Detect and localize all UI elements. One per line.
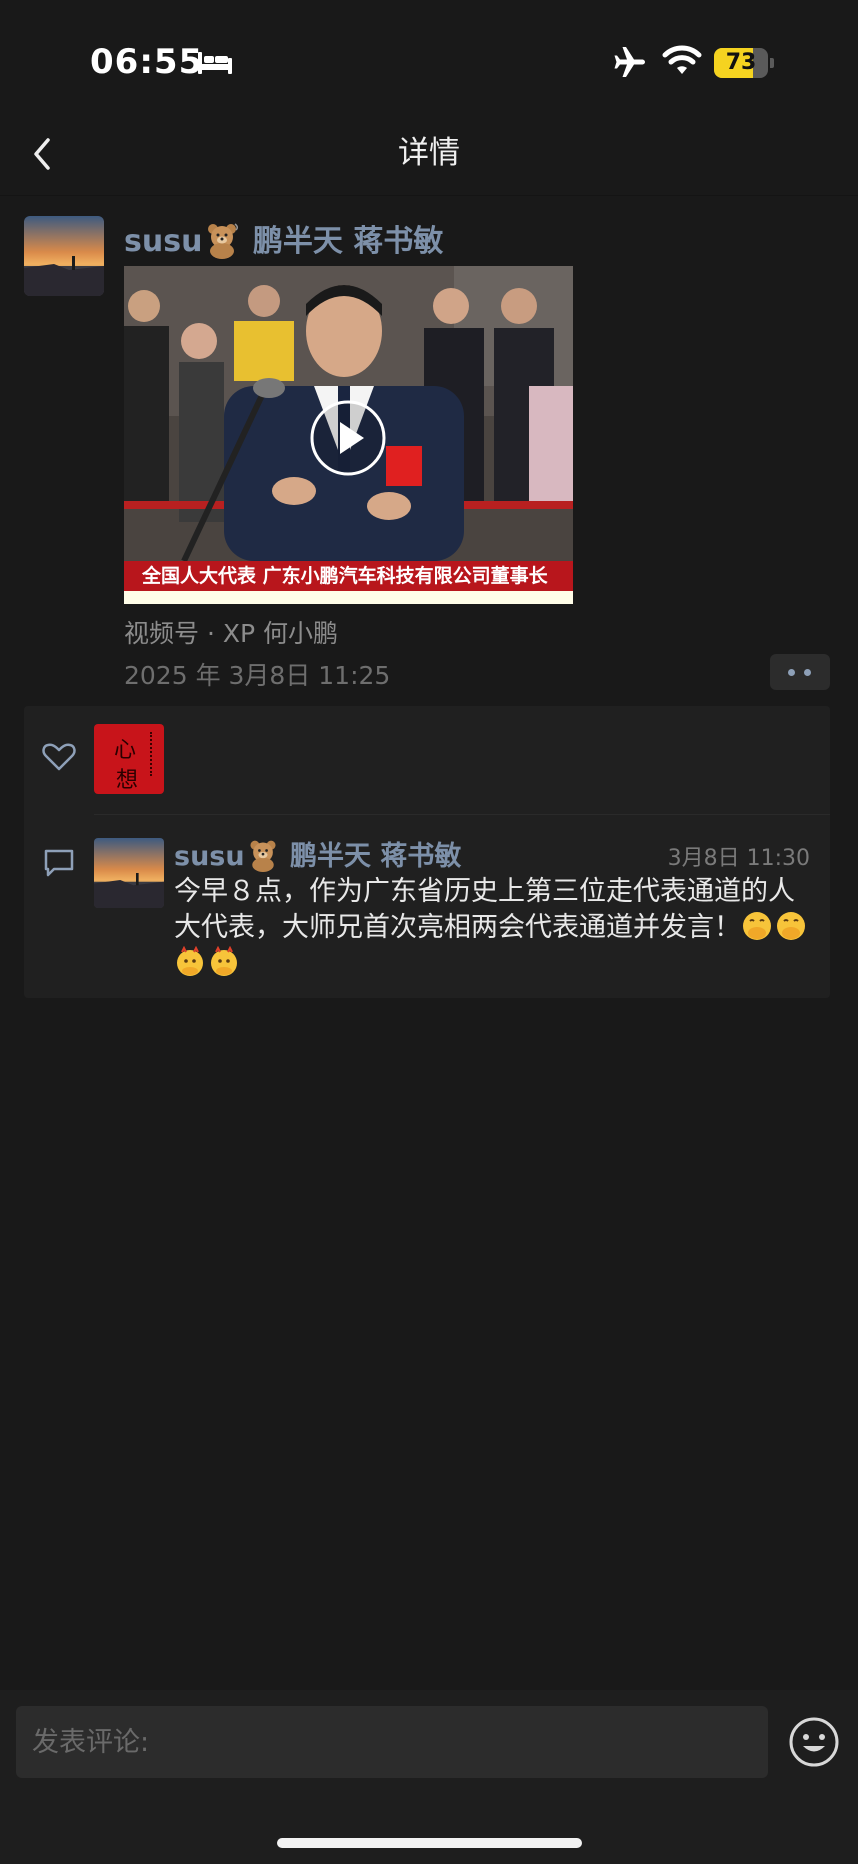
liker-avatar[interactable]: 心 想 xyxy=(94,724,164,794)
heart-icon xyxy=(42,743,76,771)
smiling-face-with-horns-emoji-icon xyxy=(211,946,237,976)
play-icon[interactable] xyxy=(308,398,388,478)
page-title: 详情 xyxy=(398,135,460,171)
commenter-name[interactable]: susu 鹏半天 蒋书敏 xyxy=(174,834,461,873)
comment-composer xyxy=(0,1690,858,1864)
video-caption-strip xyxy=(124,591,573,604)
video-card[interactable]: 全国人大代表 广东小鹏汽车科技有限公司董事长 xyxy=(124,266,573,604)
interaction-panel: 心 想 susu 鹏半天 蒋书敏 3月8日 11:30 今早８点，作为广东省历史… xyxy=(24,706,830,998)
commenter-author[interactable]: susu xyxy=(174,841,245,872)
nav-bar: 详情 xyxy=(0,110,858,196)
bed-icon xyxy=(198,52,232,74)
status-bar: 06:55 73 xyxy=(0,0,858,110)
author-name-suffix[interactable]: 鹏半天 蒋书敏 xyxy=(253,224,443,259)
wifi-icon xyxy=(662,45,702,74)
post-author-avatar[interactable] xyxy=(24,216,104,296)
hand-over-mouth-emoji-icon xyxy=(777,912,805,940)
comment-icon xyxy=(44,849,74,877)
bear-emoji-icon xyxy=(250,840,276,872)
comment-body: 今早８点，作为广东省历史上第三位走代表通道的人大代表，大师兄首次亮相两会代表通道… xyxy=(174,876,795,943)
liker-avatar-char-1: 心 xyxy=(114,738,137,763)
post-author-name[interactable]: susu 鹏半天 蒋书敏 xyxy=(124,216,443,260)
author-name[interactable]: susu xyxy=(124,224,202,259)
hand-over-mouth-emoji-icon xyxy=(743,912,771,940)
panel-divider xyxy=(94,814,830,815)
status-time: 06:55 xyxy=(90,42,204,82)
video-caption: 全国人大代表 广东小鹏汽车科技有限公司董事长 xyxy=(124,561,573,591)
liker-avatar-char-2: 想 xyxy=(116,768,139,793)
comment-text: 今早８点，作为广东省历史上第三位走代表通道的人大代表，大师兄首次亮相两会代表通道… xyxy=(174,874,814,982)
smiling-face-with-horns-emoji-icon xyxy=(177,946,203,976)
smiley-icon[interactable] xyxy=(788,1716,840,1768)
comment-input[interactable] xyxy=(16,1706,768,1778)
commenter-avatar[interactable] xyxy=(94,838,164,908)
bear-emoji-icon xyxy=(208,223,239,259)
home-indicator xyxy=(277,1838,582,1848)
video-channel-link[interactable]: 视频号 · XP 何小鹏 xyxy=(124,614,338,650)
more-dots-icon[interactable] xyxy=(770,654,830,690)
airplane-icon xyxy=(614,47,645,77)
comment-time: 3月8日 11:30 xyxy=(667,846,810,871)
post-date: 2025 年 3月8日 11:25 xyxy=(124,661,391,690)
battery-level: 73 xyxy=(725,50,757,75)
battery-icon: 73 xyxy=(714,48,774,78)
commenter-suffix[interactable]: 鹏半天 蒋书敏 xyxy=(290,841,461,872)
